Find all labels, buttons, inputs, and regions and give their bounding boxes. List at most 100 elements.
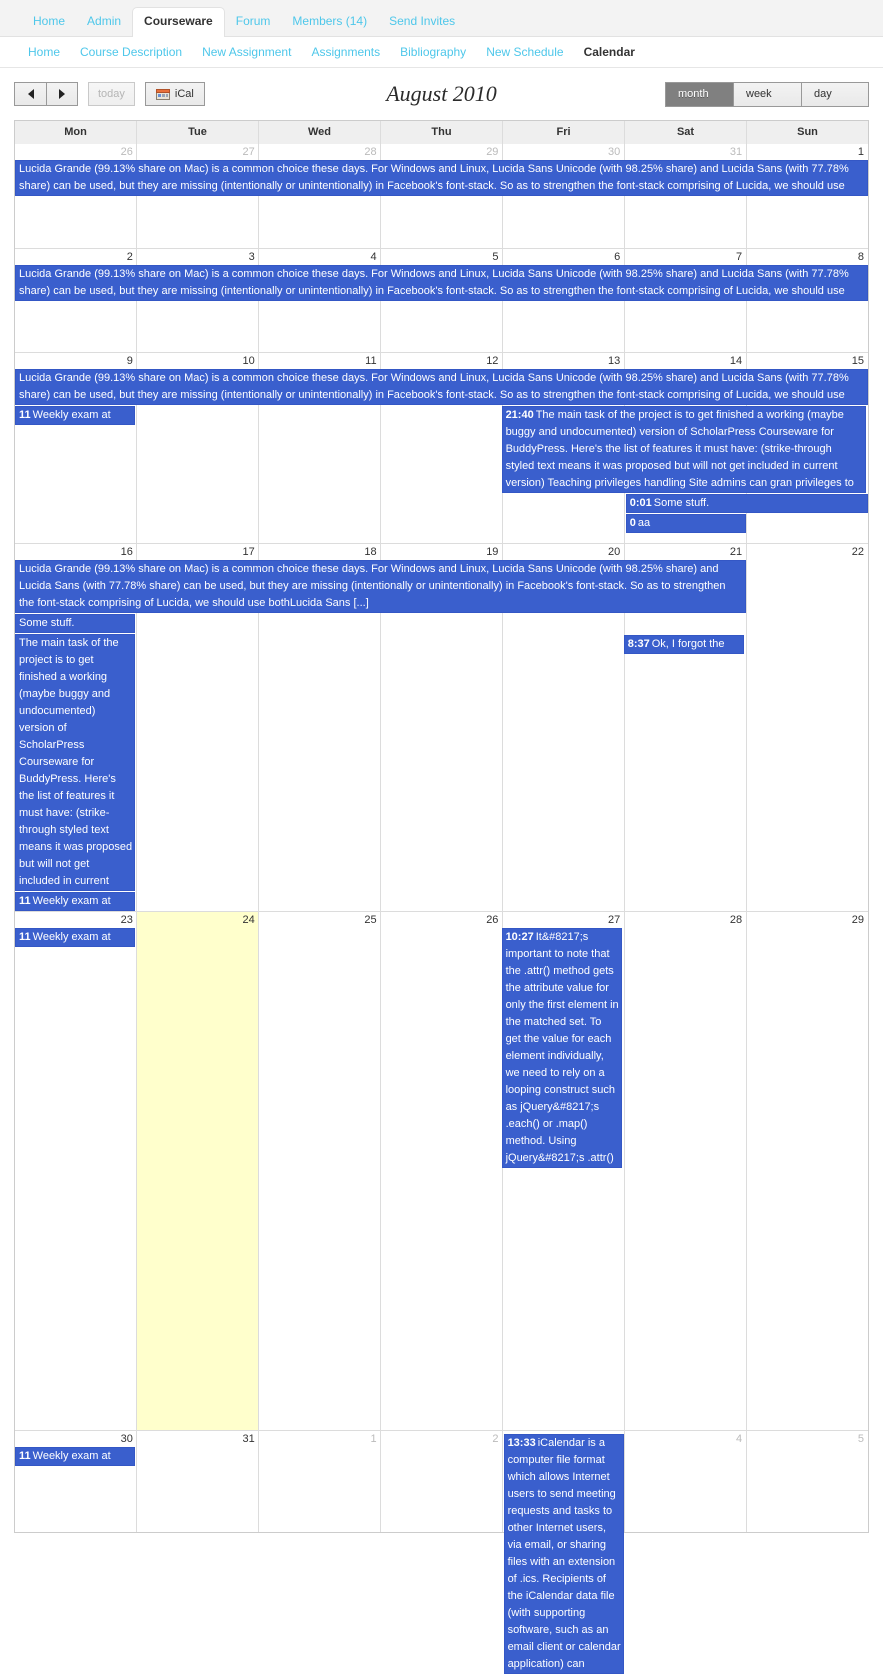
day-number[interactable]: 24: [137, 912, 259, 927]
weekday-header-thu: Thu: [381, 121, 503, 144]
event-time: 11: [19, 895, 31, 907]
subnav-item-course-description[interactable]: Course Description: [70, 45, 192, 59]
calendar-event[interactable]: Lucida Grande (99.13% share on Mac) is a…: [15, 560, 746, 613]
day-number[interactable]: 26: [15, 144, 137, 159]
calendar-event[interactable]: The main task of the project is to get f…: [15, 634, 136, 891]
day-number[interactable]: 16: [15, 544, 137, 559]
calendar-event[interactable]: 11Weekly exam at VHDL: [15, 406, 136, 425]
day-number[interactable]: 25: [259, 912, 381, 927]
topnav-item-home[interactable]: Home: [22, 8, 76, 36]
event-row: Lucida Grande (99.13% share on Mac) is a…: [15, 265, 868, 301]
event-title: Some stuff.: [653, 497, 710, 509]
weekday-header-wed: Wed: [259, 121, 381, 144]
day-number[interactable]: 14: [624, 353, 746, 368]
prev-month-button[interactable]: [14, 82, 46, 106]
day-number[interactable]: 4: [259, 249, 381, 264]
view-button-month[interactable]: month: [665, 81, 733, 107]
calendar-event[interactable]: Lucida Grande (99.13% share on Mac) is a…: [15, 265, 868, 301]
day-number[interactable]: 23: [15, 912, 137, 927]
event-row: Lucida Grande (99.13% share on Mac) is a…: [15, 369, 868, 405]
calendar-event[interactable]: Lucida Grande (99.13% share on Mac) is a…: [15, 369, 868, 405]
ical-export-button[interactable]: iCal: [144, 82, 205, 106]
event-spacer: [15, 494, 626, 513]
view-button-week[interactable]: week: [733, 81, 801, 107]
day-number[interactable]: 20: [502, 544, 624, 559]
calendar-event[interactable]: 11Weekly exam at VHDL: [15, 892, 136, 911]
calendar-weeks: 26 27 28 29 30 31 1 Lucida Grande (99.13% share…: [15, 144, 868, 1674]
event-title: Weekly exam at VHDL: [32, 931, 111, 943]
event-title: The main task of the project is to get f…: [19, 637, 133, 887]
chevron-right-icon: [59, 89, 65, 99]
day-number[interactable]: 17: [137, 544, 259, 559]
today-button[interactable]: today: [88, 82, 135, 106]
event-title: It&#8217;s important to note that the .a…: [505, 931, 619, 1164]
day-number[interactable]: 18: [259, 544, 381, 559]
event-row: 11Weekly exam at VHDL: [15, 1447, 868, 1466]
day-number[interactable]: 12: [381, 353, 503, 368]
calendar-event[interactable]: Lucida Grande (99.13% share on Mac) is a…: [15, 160, 868, 196]
event-row: Lucida Grande (99.13% share on Mac) is a…: [15, 560, 868, 613]
subnav-item-new-assignment[interactable]: New Assignment: [192, 45, 301, 59]
day-number[interactable]: 7: [624, 249, 746, 264]
calendar-event[interactable]: 0 aa: [625, 514, 746, 533]
subnav-item-assignments[interactable]: Assignments: [301, 45, 390, 59]
day-number[interactable]: 15: [746, 353, 868, 368]
day-number[interactable]: 5: [381, 249, 503, 264]
subnav-item-new-schedule[interactable]: New Schedule: [476, 45, 573, 59]
calendar-toolbar: today iCal August 2010 month week day: [14, 68, 869, 120]
calendar-event[interactable]: 11Weekly exam at VHDL: [15, 928, 136, 947]
calendar-event[interactable]: 10:27 It&#8217;s important to note that t…: [501, 928, 622, 1168]
day-number[interactable]: 29: [381, 144, 503, 159]
subnav-item-calendar[interactable]: Calendar: [574, 45, 645, 59]
event-title: aa: [637, 517, 651, 529]
day-number[interactable]: 28: [624, 912, 746, 927]
weekday-header-mon: Mon: [15, 121, 137, 144]
day-number[interactable]: 27: [137, 144, 259, 159]
calendar-event[interactable]: 0:01 Some stuff.: [625, 494, 868, 513]
day-number[interactable]: 27: [502, 912, 624, 927]
topnav-item-forum[interactable]: Forum: [225, 8, 282, 36]
day-number[interactable]: 22: [746, 544, 868, 559]
day-number[interactable]: 13: [502, 353, 624, 368]
day-number-row: 9 10 11 12 13 14 15: [15, 353, 868, 368]
view-button-day[interactable]: day: [801, 81, 869, 107]
calendar-event[interactable]: 13:33 iCalendar is a computer file format…: [503, 1434, 624, 1674]
event-row: 11Weekly exam at VHDL 10:27It&#8217;s imp…: [15, 928, 868, 1168]
subnav-item-home[interactable]: Home: [18, 45, 70, 59]
day-number[interactable]: 21: [624, 544, 746, 559]
topnav-item-members-14[interactable]: Members (14): [281, 8, 378, 36]
ical-button-label: iCal: [174, 87, 194, 100]
day-number[interactable]: 6: [502, 249, 624, 264]
topnav-item-admin[interactable]: Admin: [76, 8, 132, 36]
week-events: Lucida Grande (99.13% share on Mac) is a…: [15, 560, 868, 913]
event-row: 0:01 Some stuff.: [15, 494, 868, 513]
day-number[interactable]: 2: [15, 249, 137, 264]
calendar-event[interactable]: 11Weekly exam at VHDL: [15, 1447, 136, 1466]
calendar-toolbar-left: today iCal: [14, 82, 205, 106]
day-number[interactable]: 26: [381, 912, 503, 927]
calendar-event[interactable]: 21:40 The main task of the project is to …: [501, 406, 866, 493]
event-title: Weekly exam at VHDL: [32, 409, 111, 421]
event-time: 8:37: [627, 638, 650, 650]
calendar-grid: Mon Tue Wed Thu Fri Sat Sun 26 27 28 29 30 31 1 Lucid…: [14, 120, 869, 1674]
calendar-event[interactable]: Some stuff.: [15, 614, 136, 633]
topnav-item-courseware[interactable]: Courseware: [132, 7, 225, 37]
subnav-item-bibliography[interactable]: Bibliography: [390, 45, 476, 59]
event-time: 0:01: [629, 497, 652, 509]
day-number[interactable]: 29: [746, 912, 868, 927]
calendar-event[interactable]: 8:37Ok, I forgot the text.: [623, 635, 744, 654]
day-number[interactable]: 11: [259, 353, 381, 368]
day-number[interactable]: 9: [15, 353, 137, 368]
day-number[interactable]: 31: [624, 144, 746, 159]
day-number[interactable]: 3: [137, 249, 259, 264]
topnav-item-send-invites[interactable]: Send Invites: [378, 8, 466, 36]
week-events: Lucida Grande (99.13% share on Mac) is a…: [15, 369, 868, 535]
day-number[interactable]: 1: [746, 144, 868, 159]
day-number[interactable]: 19: [381, 544, 503, 559]
day-number[interactable]: 28: [259, 144, 381, 159]
day-number[interactable]: 30: [502, 144, 624, 159]
day-number[interactable]: 8: [746, 249, 868, 264]
day-number[interactable]: 10: [137, 353, 259, 368]
next-month-button[interactable]: [46, 82, 78, 106]
event-row: Some stuff.: [15, 614, 868, 633]
